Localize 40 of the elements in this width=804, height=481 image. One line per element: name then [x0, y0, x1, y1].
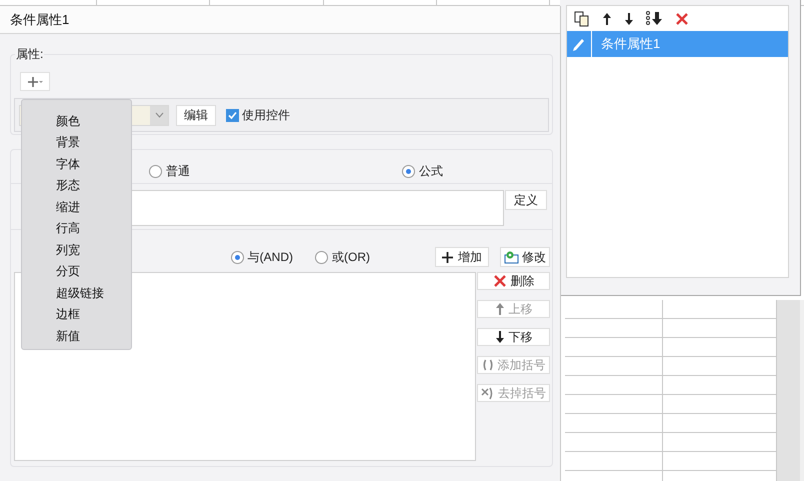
pencil-icon — [571, 36, 587, 52]
chevron-down-icon — [154, 112, 164, 118]
close-icon — [492, 274, 506, 288]
close-icon[interactable] — [675, 12, 689, 26]
move-bottom-icon[interactable] — [646, 11, 663, 26]
radio-option[interactable]: 或(OR) — [315, 248, 370, 266]
use-control-checkbox[interactable]: 使用控件 — [226, 106, 290, 124]
menu-item[interactable]: 列宽 — [22, 239, 131, 260]
menu-item[interactable]: 颜色 — [22, 110, 131, 132]
menu-item[interactable]: 行高 — [22, 218, 131, 239]
arrow-down-icon[interactable] — [624, 12, 634, 26]
menu-item[interactable]: 边框 — [22, 304, 131, 325]
modify-button[interactable]: 修改 — [500, 247, 550, 267]
side-button[interactable]: 下移 — [477, 328, 550, 346]
menu-item[interactable]: 形态 — [22, 174, 131, 196]
radio-option[interactable]: 普通 — [149, 162, 190, 180]
menu-item[interactable]: 新值 — [22, 325, 131, 346]
arrow-up-icon — [494, 302, 504, 316]
add-button[interactable] — [20, 72, 50, 91]
menu-item[interactable]: 超级链接 — [22, 282, 131, 304]
brackets-icon — [482, 359, 494, 371]
plus-icon — [27, 76, 43, 86]
dialog-title: 条件属性1 — [10, 10, 70, 29]
radio-option[interactable]: 公式 — [402, 162, 443, 180]
side-button[interactable]: 删除 — [477, 272, 550, 290]
menu-item[interactable]: 背景 — [22, 132, 131, 153]
group-legend: 属性: — [15, 45, 44, 63]
copy-icon[interactable] — [574, 10, 590, 26]
plus-icon — [442, 252, 453, 262]
radio-option[interactable]: 与(AND) — [230, 248, 293, 266]
menu-item[interactable]: 缩进 — [22, 196, 131, 218]
edit-button[interactable]: 编辑 — [176, 104, 216, 126]
check-icon — [227, 110, 238, 120]
define-button[interactable]: 定义 — [505, 190, 547, 210]
add-condition-button[interactable]: 增加 — [435, 247, 489, 267]
menu-item[interactable]: 字体 — [22, 153, 131, 174]
arrow-up-icon[interactable] — [602, 12, 612, 26]
brackets-cross-icon — [481, 386, 494, 400]
menu-item[interactable]: 分页 — [22, 260, 131, 282]
arrow-down-icon — [494, 330, 504, 344]
